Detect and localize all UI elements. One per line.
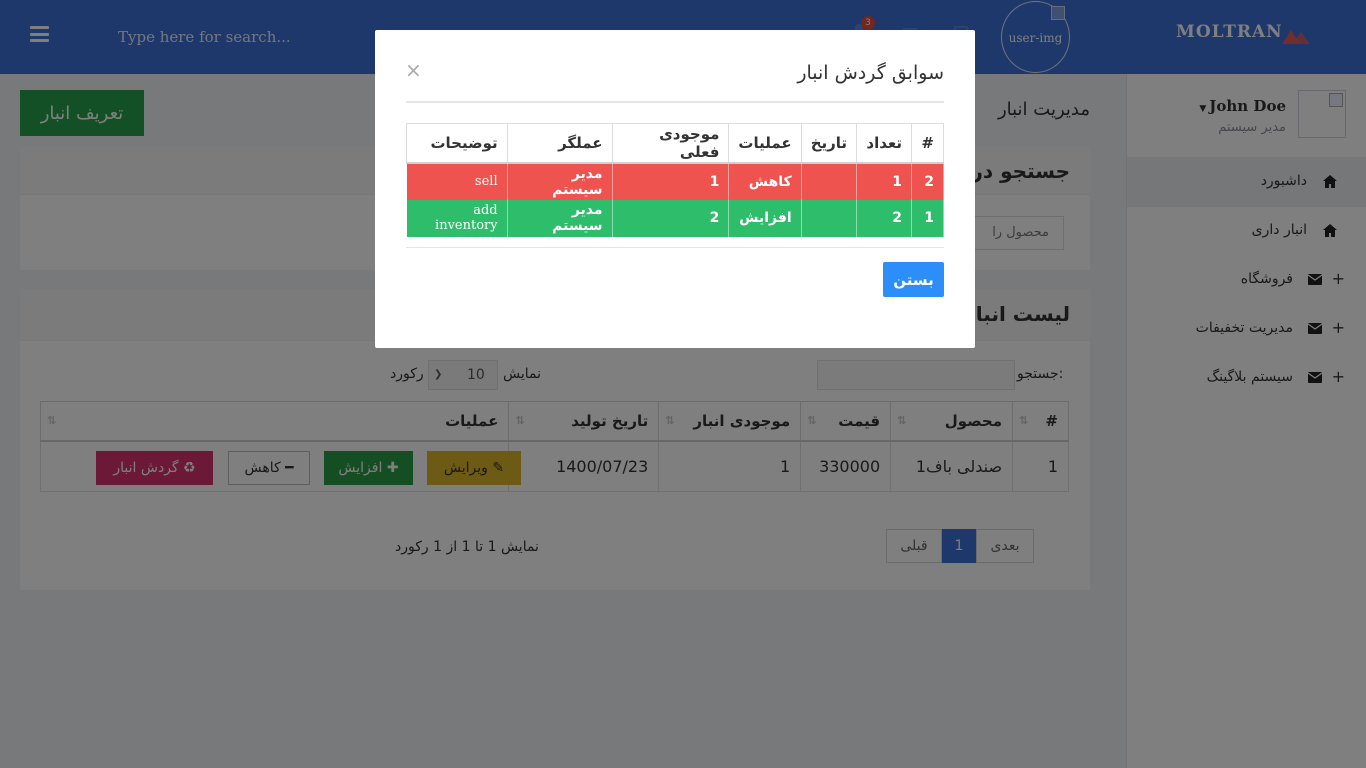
history-table: # تعداد تاریخ عملیات موجودی فعلی عملگر توضیحات… <box>406 123 944 237</box>
history-column-header: تعداد <box>856 123 913 164</box>
inventory-history-modal: سوابق گردش انبار × # تعداد تاریخ عملیات موجو… <box>375 30 975 348</box>
history-cell-date <box>800 199 858 237</box>
modal-divider <box>406 101 944 103</box>
history-cell-operation: افزایش <box>728 199 802 237</box>
history-cell-num: 1 <box>911 199 944 237</box>
history-cell-date <box>800 162 858 200</box>
history-column-header: موجودی فعلی <box>611 123 730 164</box>
history-cell-count: 1 <box>856 162 913 200</box>
history-column-header: توضیحات <box>406 123 508 164</box>
history-cell-desc: sell <box>406 162 508 200</box>
history-cell-current_stock: 1 <box>611 162 730 200</box>
history-cell-operation: کاهش <box>728 162 802 200</box>
close-icon[interactable]: × <box>405 58 422 82</box>
history-row: 1 2 افزایش 2 مدیر سیستم add inventory <box>406 199 944 237</box>
history-cell-operator: مدیر سیستم <box>506 199 613 237</box>
history-column-header: # <box>911 123 944 164</box>
close-button[interactable]: بستن <box>883 262 944 297</box>
modal-title: سوابق گردش انبار <box>797 62 944 84</box>
history-cell-desc: add inventory <box>406 199 508 237</box>
history-cell-current_stock: 2 <box>611 199 730 237</box>
history-cell-count: 2 <box>856 199 913 237</box>
history-column-header: تاریخ <box>800 123 858 164</box>
modal-divider <box>406 247 944 248</box>
history-column-header: عملیات <box>728 123 802 164</box>
history-column-header: عملگر <box>506 123 613 164</box>
history-cell-operator: مدیر سیستم <box>506 162 613 200</box>
history-cell-num: 2 <box>911 162 944 200</box>
history-row: 2 1 کاهش 1 مدیر سیستم sell <box>406 162 944 200</box>
